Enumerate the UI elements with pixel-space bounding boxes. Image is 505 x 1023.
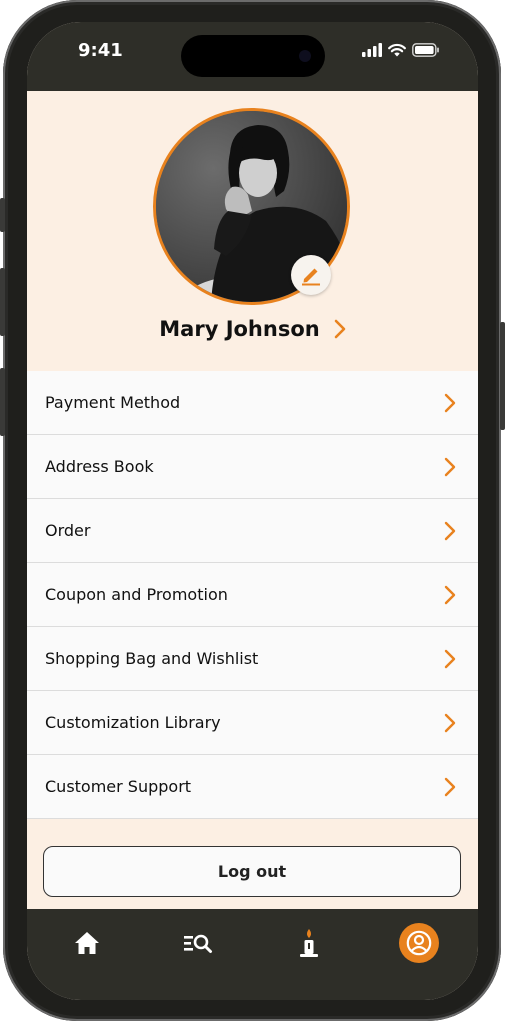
chevron-right-icon <box>444 777 456 796</box>
menu-item-label: Payment Method <box>45 393 181 412</box>
menu-item-coupon-promotion[interactable]: Coupon and Promotion <box>27 563 478 627</box>
chevron-right-icon <box>334 319 346 339</box>
menu-item-payment-method[interactable]: Payment Method <box>27 371 478 435</box>
profile-name-row[interactable]: Mary Johnson <box>27 317 478 341</box>
search-list-icon <box>184 934 212 953</box>
tab-home[interactable] <box>67 923 107 963</box>
menu-item-label: Order <box>45 521 91 540</box>
wifi-icon <box>388 43 406 57</box>
bottom-tab-bar <box>27 909 478 1000</box>
menu-item-label: Shopping Bag and Wishlist <box>45 649 259 668</box>
volume-up-button <box>0 268 5 336</box>
power-button <box>500 322 505 430</box>
home-icon <box>75 932 99 954</box>
logout-section: Log out <box>27 830 478 910</box>
battery-icon <box>412 43 439 57</box>
status-icons <box>362 43 440 57</box>
volume-down-button <box>0 368 5 436</box>
tab-candle[interactable] <box>289 923 329 963</box>
dynamic-island <box>181 35 325 77</box>
chevron-right-icon <box>444 585 456 604</box>
menu-item-order[interactable]: Order <box>27 499 478 563</box>
status-time: 9:41 <box>78 40 123 61</box>
profile-icon <box>406 930 432 956</box>
profile-header: Mary Johnson <box>27 91 478 371</box>
action-button <box>0 198 5 232</box>
logout-button[interactable]: Log out <box>43 846 461 897</box>
camera-icon <box>299 50 311 62</box>
menu-item-customization-library[interactable]: Customization Library <box>27 691 478 755</box>
menu-item-label: Customer Support <box>45 777 192 796</box>
chevron-right-icon <box>444 713 456 732</box>
edit-profile-button[interactable] <box>291 255 331 295</box>
profile-name: Mary Johnson <box>159 317 320 341</box>
account-menu: Payment Method Address Book Order Coupon… <box>27 371 478 819</box>
chevron-right-icon <box>444 393 456 412</box>
tab-profile[interactable] <box>399 923 439 963</box>
menu-item-label: Address Book <box>45 457 154 476</box>
candle-icon <box>300 929 318 957</box>
tab-search[interactable] <box>178 923 218 963</box>
menu-item-shopping-bag-wishlist[interactable]: Shopping Bag and Wishlist <box>27 627 478 691</box>
pencil-edit-icon <box>302 268 320 286</box>
menu-item-label: Customization Library <box>45 713 221 732</box>
chevron-right-icon <box>444 457 456 476</box>
chevron-right-icon <box>444 521 456 540</box>
menu-item-label: Coupon and Promotion <box>45 585 228 604</box>
chevron-right-icon <box>444 649 456 668</box>
menu-item-customer-support[interactable]: Customer Support <box>27 755 478 819</box>
app-screen: 9:41 Mary Johnson Payment Method Address… <box>27 22 478 1000</box>
menu-item-address-book[interactable]: Address Book <box>27 435 478 499</box>
status-bar: 9:41 <box>27 22 478 91</box>
cellular-signal-icon <box>362 43 382 57</box>
